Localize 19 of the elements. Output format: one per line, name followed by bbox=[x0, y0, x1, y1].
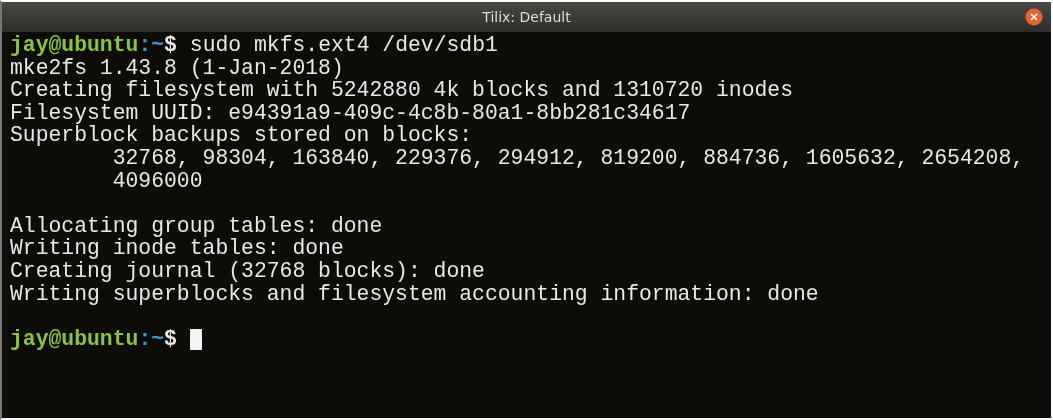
output-line: 4096000 bbox=[111, 169, 203, 193]
output-line: Writing inode tables: done bbox=[10, 237, 344, 260]
output-line: Creating filesystem with 5242880 4k blocks and 1310720 inodes bbox=[10, 79, 794, 102]
window-title: Tilix: Default bbox=[482, 9, 571, 25]
prompt-path: :~ bbox=[138, 34, 165, 57]
prompt-user-host: jay@ubuntu bbox=[10, 327, 139, 351]
prompt-path: :~ bbox=[138, 327, 165, 351]
prompt-symbol: $ bbox=[164, 34, 177, 57]
output-line: Superblock backups stored on blocks: bbox=[10, 124, 473, 147]
output-line: Writing superblocks and filesystem accounting information: done bbox=[10, 282, 819, 306]
output-line: mke2fs 1.43.8 (1-Jan-2018) bbox=[10, 56, 344, 80]
close-icon[interactable] bbox=[1025, 8, 1043, 26]
prompt-symbol: $ bbox=[164, 327, 177, 351]
prompt-user-host: jay@ubuntu bbox=[10, 34, 139, 57]
output-line: Filesystem UUID: e94391a9-409c-4c8b-80a1-8bb281c34617 bbox=[10, 101, 691, 125]
command-text: sudo mkfs.ext4 /dev/sdb1 bbox=[189, 34, 498, 57]
output-line: Allocating group tables: done bbox=[10, 214, 383, 238]
output-line: 32768, 98304, 163840, 229376, 294912, 819200, 884736, 1605632, 2654208, bbox=[112, 146, 1025, 170]
output-line: Creating journal (32768 blocks): done bbox=[10, 259, 485, 283]
